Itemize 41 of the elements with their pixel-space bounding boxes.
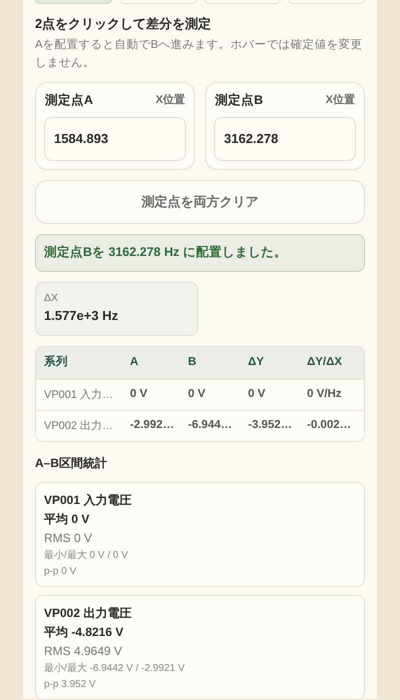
table-cell-text: 0 V — [188, 387, 206, 402]
point-label: 測定点B — [215, 92, 264, 109]
tab-button[interactable] — [288, 0, 365, 4]
table-cell-text: -6.944… — [188, 418, 234, 434]
mean-value: 平均 0 V — [44, 510, 90, 528]
table-cell-text: 0 V — [130, 387, 148, 402]
column-header: ΔY/ΔX — [307, 355, 344, 370]
minmax-value: 最小/最大 0 V / 0 V — [44, 548, 129, 563]
delta-value: 1.577e+3 Hz — [44, 306, 120, 325]
tab-button[interactable] — [204, 0, 281, 4]
column-header: A — [130, 355, 140, 370]
table-cell-text: 0 V — [248, 387, 266, 402]
axis-label: X位置 — [156, 92, 185, 108]
value-input[interactable]: 1584.893 — [44, 116, 186, 161]
column-header: ΔY — [248, 355, 265, 370]
table-cell-text: VP002 出力… — [44, 418, 114, 434]
rms-value: RMS 4.9649 V — [44, 642, 124, 660]
section-title: 2点をクリックして差分を測定 — [35, 15, 212, 33]
rms-value: RMS 0 V — [44, 530, 94, 547]
description-text: Aを配置すると自動でBへ進みます。ホバーでは確定値を変更しません。 — [35, 37, 364, 71]
table-cell-text: VP001 入力… — [44, 388, 114, 402]
delta-label: ΔX — [44, 290, 60, 306]
table-cell-text: -2.992… — [130, 418, 176, 434]
point-label: 測定点A — [45, 92, 94, 109]
table-cell-text: 0 V/Hz — [307, 387, 343, 402]
column-header: 系列 — [44, 354, 69, 370]
status-message: 測定点Bを 3162.278 Hz に配置しました。 — [35, 234, 365, 272]
tab-button[interactable] — [119, 0, 196, 4]
section-title: A–B区間統計 — [35, 454, 108, 472]
pp-value: p-p 0 V — [44, 564, 78, 579]
minmax-value: 最小/最大 -6.9442 V / -2.9921 V — [44, 662, 186, 676]
series-name: VP001 入力電圧 — [44, 492, 132, 509]
clear-button[interactable]: 測定点を両方クリア — [35, 180, 365, 224]
table-cell-text: -3.952… — [248, 418, 294, 434]
series-name: VP002 出力電圧 — [44, 604, 132, 622]
table-cell-text: -0.002… — [307, 418, 352, 434]
axis-label: X位置 — [326, 92, 355, 108]
column-header: B — [188, 355, 198, 370]
pp-value: p-p 3.952 V — [44, 678, 97, 692]
mean-value: 平均 -4.8216 V — [44, 624, 124, 641]
value-input[interactable]: 3162.278 — [214, 116, 356, 161]
